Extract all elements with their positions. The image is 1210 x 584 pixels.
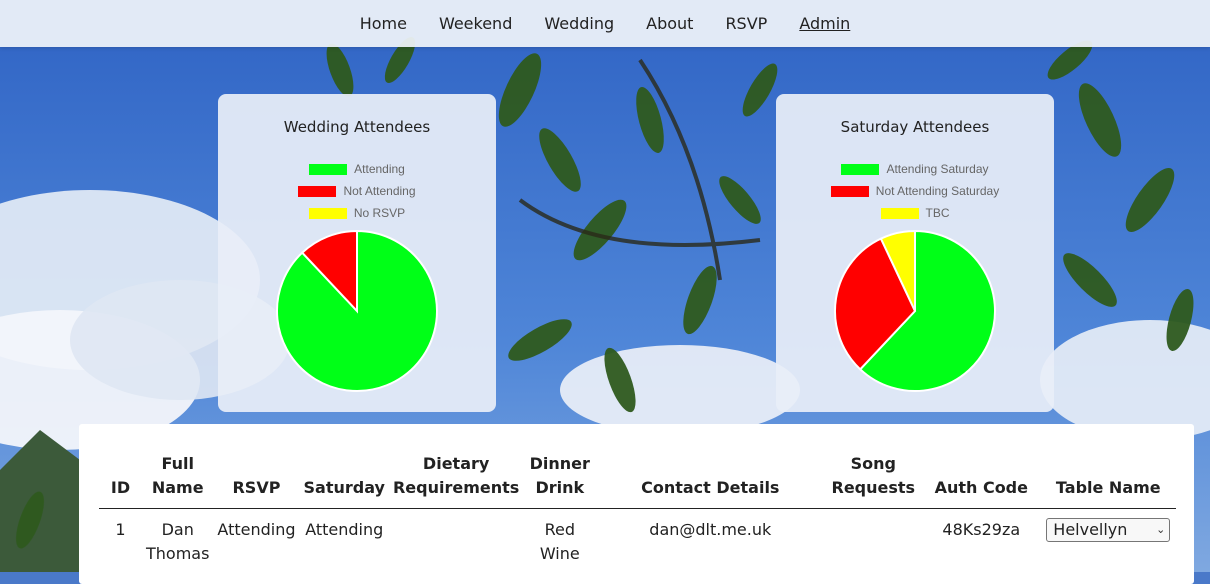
column-header-rsvp: RSVP (232, 478, 281, 497)
column-header-contact: Contact Details (641, 478, 780, 497)
column-header-song: Song Requests (831, 454, 916, 497)
column-header-id: ID (110, 478, 131, 497)
nav-wedding-link[interactable]: Wedding (544, 14, 614, 33)
cell-saturday: Attending (305, 520, 384, 539)
cell-table-name: Helvellyn ⌄ (1040, 509, 1176, 567)
cell-full-name: Dan Thomas (146, 520, 210, 563)
cell-drink: Red Wine (539, 520, 580, 563)
column-header-auth-code: Auth Code (934, 478, 1028, 497)
cell-contact: dan@dlt.me.uk (649, 520, 772, 539)
wedding-attendees-card: Wedding Attendees Attending Not Attendin… (218, 94, 496, 412)
guest-table-panel: ID Full Name RSVP Saturday Dietary Requi… (79, 424, 1194, 584)
nav-admin-link[interactable]: Admin (799, 14, 850, 33)
cell-dietary (389, 509, 523, 567)
cell-auth-code: 48Ks29za (942, 520, 1021, 539)
chevron-down-icon: ⌄ (1156, 523, 1166, 536)
nav-weekend-link[interactable]: Weekend (439, 14, 512, 33)
nav-rsvp-link[interactable]: RSVP (725, 14, 767, 33)
cell-song (824, 509, 922, 567)
table-name-select[interactable]: Helvellyn ⌄ (1046, 518, 1171, 542)
top-navigation: Home Weekend Wedding About RSVP Admin (0, 0, 1210, 47)
cell-rsvp: Attending (217, 520, 296, 539)
column-header-drink: Dinner Drink (529, 454, 590, 497)
nav-about-link[interactable]: About (646, 14, 693, 33)
column-header-saturday: Saturday (303, 478, 385, 497)
table-header-row: ID Full Name RSVP Saturday Dietary Requi… (99, 452, 1177, 509)
guest-table: ID Full Name RSVP Saturday Dietary Requi… (99, 452, 1177, 567)
saturday-attendees-card: Saturday Attendees Attending Saturday No… (776, 94, 1054, 412)
table-row: 1 Dan Thomas Attending Attending Red Win… (99, 509, 1176, 567)
saturday-pie-chart (834, 229, 996, 392)
cell-id: 1 (115, 520, 126, 539)
column-header-table-name: Table Name (1055, 478, 1161, 497)
nav-home-link[interactable]: Home (360, 14, 407, 33)
column-header-full-name: Full Name (151, 454, 204, 497)
wedding-pie-chart (276, 229, 438, 392)
table-name-select-value: Helvellyn (1053, 520, 1128, 539)
column-header-dietary: Dietary Requirements (392, 454, 520, 497)
